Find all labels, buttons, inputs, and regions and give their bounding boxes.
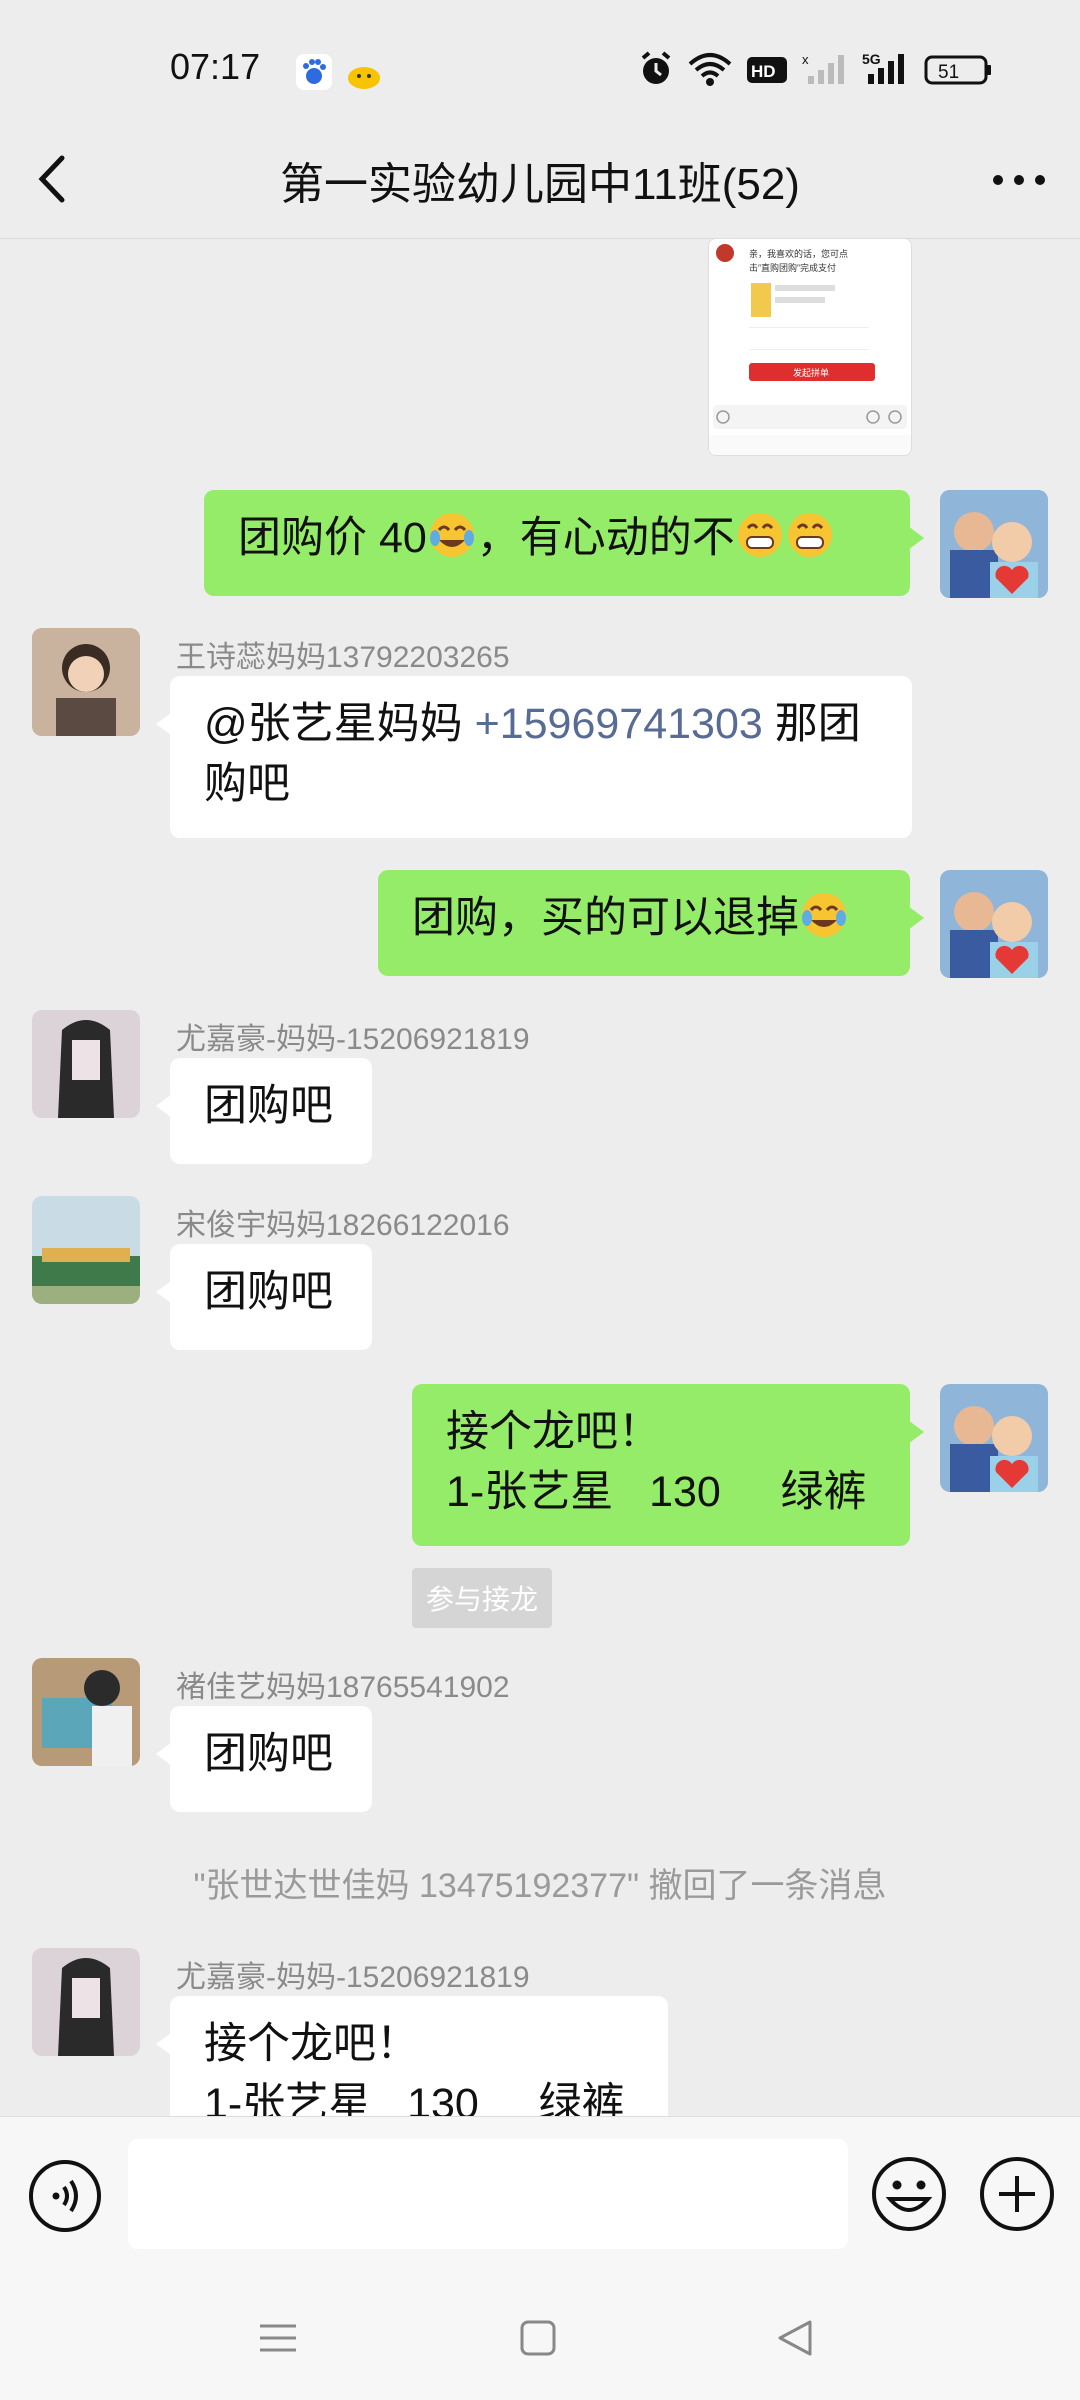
battery-icon: 51 xyxy=(924,50,994,88)
alarm-icon xyxy=(638,50,674,88)
voice-icon xyxy=(29,2160,101,2232)
home-square-icon[interactable] xyxy=(516,2316,560,2360)
sender-name: 尤嘉豪-妈妈-15206921819 xyxy=(176,1023,530,1056)
shared-image-message[interactable]: 亲，我喜欢的话，您可点 击”直购团购”完成支付 发起拼单 xyxy=(708,238,912,456)
plus-circle-icon xyxy=(980,2157,1054,2231)
svg-text:发起拼单: 发起拼单 xyxy=(793,367,829,378)
svg-text:击”直购团购”完成支付: 击”直购团购”完成支付 xyxy=(749,262,836,273)
back-triangle-icon[interactable] xyxy=(774,2316,818,2360)
5g-signal-icon: 5G xyxy=(862,50,910,88)
outgoing-message[interactable]: 团购价 40 ，有心动的不 xyxy=(204,490,924,596)
sender-avatar[interactable] xyxy=(32,1658,140,1766)
chat-header: 第一实验幼儿园中11班(52) xyxy=(0,120,1080,239)
incoming-message[interactable]: 团购吧 xyxy=(156,1244,372,1350)
incoming-message[interactable]: @张艺星妈妈 +15969741303 那团购吧 xyxy=(156,676,912,838)
my-avatar[interactable] xyxy=(940,1384,1048,1492)
outgoing-message[interactable]: 团购，买的可以退掉 xyxy=(378,870,924,976)
sender-avatar[interactable] xyxy=(32,1196,140,1304)
svg-text:5G: 5G xyxy=(862,51,881,67)
more-actions-button[interactable] xyxy=(978,2155,1056,2233)
chat-title: 第一实验幼儿园中11班(52) xyxy=(280,160,800,209)
message-list[interactable]: 亲，我喜欢的话，您可点 击”直购团购”完成支付 发起拼单 团购价 40 ，有心动… xyxy=(0,238,1080,2116)
smiley-icon xyxy=(872,2157,946,2231)
sender-avatar[interactable] xyxy=(32,628,140,736)
svg-text:亲，我喜欢的话，您可点: 亲，我喜欢的话，您可点 xyxy=(749,248,848,259)
join-chain-button[interactable]: 参与接龙 xyxy=(412,1568,553,1628)
recall-notice: "张世达世佳妈 13475192377" 撤回了一条消息 xyxy=(193,1867,887,1905)
input-bar xyxy=(0,2116,1080,2277)
svg-text:x: x xyxy=(802,52,809,67)
status-time: 07:17 xyxy=(170,46,261,87)
my-avatar[interactable] xyxy=(940,490,1048,598)
wifi-icon xyxy=(688,50,732,88)
laugh-cry-emoji-icon xyxy=(799,890,849,940)
sender-name: 王诗蕊妈妈13792203265 xyxy=(176,641,510,674)
svg-text:51: 51 xyxy=(938,62,959,83)
voice-button[interactable] xyxy=(28,2159,102,2233)
grin-emoji-icon xyxy=(785,510,835,560)
incoming-message[interactable]: 团购吧 xyxy=(156,1058,372,1164)
message-input[interactable] xyxy=(128,2139,848,2249)
grin-emoji-icon xyxy=(735,510,785,560)
ellipsis-icon xyxy=(993,175,1045,185)
svg-text:HD: HD xyxy=(751,62,776,81)
chick-app-icon xyxy=(346,54,382,90)
system-nav-bar xyxy=(0,2276,1080,2400)
more-button[interactable] xyxy=(984,148,1054,208)
incoming-message[interactable]: 团购吧 xyxy=(156,1706,372,1812)
status-bar: 07:17 HD x 5G 51 xyxy=(0,0,1080,140)
laugh-cry-emoji-icon xyxy=(427,510,477,560)
phone-number-link[interactable]: +15969741303 xyxy=(475,700,763,748)
outgoing-message[interactable]: 接个龙吧！ 1-张艺星 130 绿裤 xyxy=(412,1384,924,1546)
emoji-button[interactable] xyxy=(870,2155,948,2233)
sender-name: 褚佳艺妈妈18765541902 xyxy=(176,1671,510,1704)
incoming-message[interactable]: 接个龙吧！ 1-张艺星 130 绿裤 xyxy=(156,1996,668,2116)
sender-name: 尤嘉豪-妈妈-15206921819 xyxy=(176,1961,530,1994)
hd-icon: HD xyxy=(746,50,788,88)
my-avatar[interactable] xyxy=(940,870,1048,978)
sender-avatar[interactable] xyxy=(32,1948,140,2056)
menu-icon[interactable] xyxy=(256,2316,300,2360)
signal-x-icon: x xyxy=(802,50,848,88)
sender-avatar[interactable] xyxy=(32,1010,140,1118)
sender-name: 宋俊宇妈妈18266122016 xyxy=(176,1209,510,1242)
baidu-app-icon xyxy=(296,54,332,90)
